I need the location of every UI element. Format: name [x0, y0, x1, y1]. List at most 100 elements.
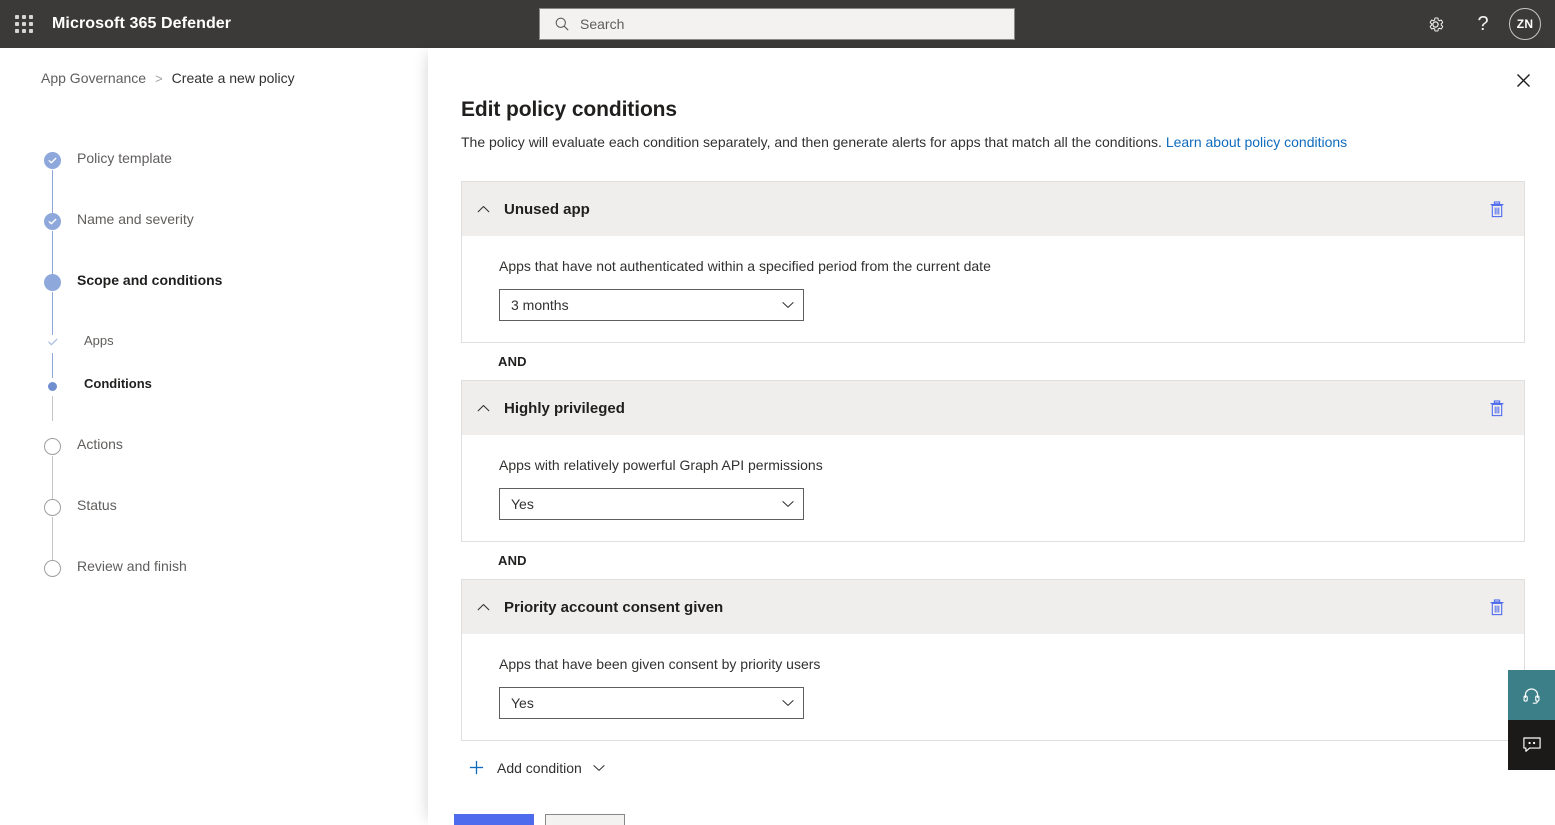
- wizard-step-actions[interactable]: Actions: [44, 438, 374, 499]
- chevron-down-icon: [782, 500, 794, 508]
- wizard-steps: Policy template Name and severity Scope …: [44, 152, 374, 621]
- close-icon[interactable]: [1503, 60, 1543, 100]
- plus-icon: [468, 759, 485, 776]
- chevron-down-icon: [593, 764, 605, 772]
- conditions-list: Unused app Apps that have not auth: [461, 181, 1525, 741]
- panel-footer: Save Cancel: [454, 814, 625, 825]
- condition-description: Apps with relatively powerful Graph API …: [499, 457, 1524, 473]
- chevron-down-icon: [782, 699, 794, 707]
- condition-title: Unused app: [504, 201, 590, 218]
- avatar[interactable]: ZN: [1509, 8, 1541, 40]
- add-condition-button[interactable]: Add condition: [468, 759, 605, 776]
- step-pending-icon: [44, 560, 61, 577]
- step-connector: [52, 353, 53, 378]
- wizard-step-review-and-finish[interactable]: Review and finish: [44, 560, 374, 621]
- step-pending-icon: [44, 499, 61, 516]
- breadcrumb-root[interactable]: App Governance: [41, 70, 146, 86]
- condition-body: Apps that have been given consent by pri…: [462, 634, 1524, 740]
- suite-actions: ? ZN: [1411, 0, 1555, 48]
- conjunction-and: AND: [461, 542, 1525, 579]
- step-complete-icon: [44, 213, 61, 230]
- priority-account-consent-dropdown[interactable]: Yes: [499, 687, 804, 719]
- step-connector: [52, 292, 53, 335]
- conjunction-and: AND: [461, 343, 1525, 380]
- page-title: Edit policy conditions: [461, 98, 1515, 122]
- wizard-step-label: Policy template: [77, 150, 172, 166]
- wizard-step-label: Review and finish: [77, 558, 187, 574]
- condition-title: Highly privileged: [504, 400, 625, 417]
- unused-app-period-dropdown[interactable]: 3 months: [499, 289, 804, 321]
- wizard-page: App Governance > Create a new policy Pol…: [0, 48, 428, 825]
- gear-icon[interactable]: [1411, 0, 1459, 48]
- wizard-step-label: Status: [77, 497, 117, 513]
- trash-icon[interactable]: [1484, 395, 1510, 421]
- suite-header: Microsoft 365 Defender ? ZN: [0, 0, 1555, 48]
- step-connector: [52, 456, 53, 499]
- step-complete-icon: [44, 152, 61, 169]
- wizard-step-scope-and-conditions[interactable]: Scope and conditions: [44, 274, 374, 335]
- edit-policy-conditions-panel: Edit policy conditions The policy will e…: [428, 48, 1555, 825]
- condition-title: Priority account consent given: [504, 599, 723, 616]
- wizard-step-conditions[interactable]: Conditions: [44, 378, 374, 421]
- panel-header: Edit policy conditions The policy will e…: [461, 98, 1515, 152]
- substep-current-icon: [48, 382, 57, 391]
- step-current-icon: [44, 274, 61, 291]
- question-mark-icon[interactable]: ?: [1459, 0, 1507, 48]
- condition-card-priority-account-consent-given: Priority account consent given App: [461, 579, 1525, 741]
- search-input[interactable]: [580, 16, 1014, 32]
- chevron-up-icon[interactable]: [477, 205, 499, 213]
- step-pending-icon: [44, 438, 61, 455]
- condition-card-unused-app: Unused app Apps that have not auth: [461, 181, 1525, 343]
- learn-about-policy-conditions-link[interactable]: Learn about policy conditions: [1166, 134, 1347, 150]
- condition-description: Apps that have been given consent by pri…: [499, 656, 1524, 672]
- panel-description-text: The policy will evaluate each condition …: [461, 134, 1162, 150]
- wizard-step-name-and-severity[interactable]: Name and severity: [44, 213, 374, 274]
- wizard-step-label: Conditions: [84, 376, 152, 391]
- search-icon: [554, 16, 570, 32]
- app-launcher-icon[interactable]: [0, 0, 48, 48]
- breadcrumb-separator: >: [155, 71, 163, 86]
- help-glyph: ?: [1477, 14, 1488, 34]
- trash-icon[interactable]: [1484, 196, 1510, 222]
- substep-complete-icon: [46, 335, 60, 349]
- condition-header[interactable]: Highly privileged: [462, 381, 1524, 435]
- wizard-step-apps[interactable]: Apps: [44, 335, 374, 378]
- condition-body: Apps that have not authenticated within …: [462, 236, 1524, 342]
- save-button[interactable]: Save: [454, 814, 534, 825]
- cancel-button[interactable]: Cancel: [545, 814, 625, 825]
- floating-rail: [1508, 670, 1555, 770]
- step-connector: [52, 396, 53, 421]
- feedback-icon[interactable]: [1508, 720, 1555, 770]
- chevron-up-icon[interactable]: [477, 603, 499, 611]
- dropdown-value: Yes: [511, 695, 782, 711]
- wizard-step-status[interactable]: Status: [44, 499, 374, 560]
- suite-title: Microsoft 365 Defender: [52, 15, 231, 33]
- wizard-step-label: Scope and conditions: [77, 272, 222, 288]
- condition-header[interactable]: Priority account consent given: [462, 580, 1524, 634]
- step-connector: [52, 170, 53, 213]
- app-launcher-grid: [15, 15, 33, 33]
- headset-icon[interactable]: [1508, 670, 1555, 720]
- step-connector: [52, 231, 53, 274]
- wizard-step-label: Apps: [84, 333, 114, 348]
- dropdown-value: Yes: [511, 496, 782, 512]
- highly-privileged-dropdown[interactable]: Yes: [499, 488, 804, 520]
- condition-header[interactable]: Unused app: [462, 182, 1524, 236]
- step-connector: [52, 517, 53, 560]
- dropdown-value: 3 months: [511, 297, 782, 313]
- add-condition-label: Add condition: [497, 760, 582, 776]
- global-search[interactable]: [539, 8, 1015, 40]
- panel-description: The policy will evaluate each condition …: [461, 133, 1515, 152]
- chevron-up-icon[interactable]: [477, 404, 499, 412]
- wizard-step-label: Name and severity: [77, 211, 194, 227]
- condition-description: Apps that have not authenticated within …: [499, 258, 1524, 274]
- trash-icon[interactable]: [1484, 594, 1510, 620]
- wizard-step-label: Actions: [77, 436, 123, 452]
- wizard-step-policy-template[interactable]: Policy template: [44, 152, 374, 213]
- chevron-down-icon: [782, 301, 794, 309]
- breadcrumb-current: Create a new policy: [172, 70, 295, 86]
- condition-card-highly-privileged: Highly privileged Apps with relati: [461, 380, 1525, 542]
- condition-body: Apps with relatively powerful Graph API …: [462, 435, 1524, 541]
- app-root: Microsoft 365 Defender ? ZN: [0, 0, 1555, 825]
- breadcrumb: App Governance > Create a new policy: [41, 70, 295, 86]
